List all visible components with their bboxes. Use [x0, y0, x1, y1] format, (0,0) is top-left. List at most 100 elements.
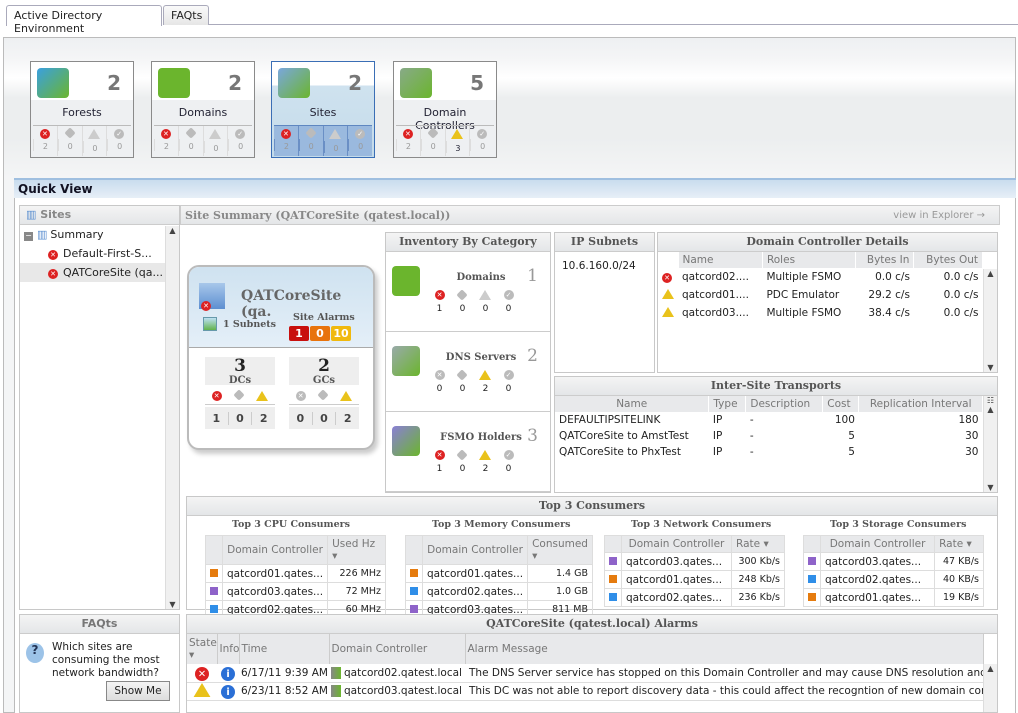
status-count: 0 [348, 139, 372, 151]
consumer-row[interactable]: qatcord03.qates... 72 MHz [205, 582, 386, 601]
column-header[interactable]: Replication Interval [858, 396, 983, 412]
column-header[interactable]: Time [239, 634, 330, 664]
ip-subnet-item[interactable]: 10.6.160.0/24 [555, 252, 654, 280]
collapse-icon[interactable]: − [24, 232, 33, 241]
tile-sites[interactable]: 2 Sites ✕ 2 0 0 ✓ 0 [271, 61, 375, 158]
critical-alarm-badge[interactable]: 1 [289, 326, 309, 341]
consumer-row[interactable]: qatcord02.qates... 40 KB/s [803, 570, 984, 589]
column-header[interactable]: State ▾ [187, 634, 218, 664]
dc-details-scrollbar[interactable]: ▲ ▼ [983, 269, 997, 372]
status-cell[interactable]: ✓ 0 [227, 126, 252, 156]
tile-count: 2 [107, 71, 121, 95]
inventory-row-fsmo-holders[interactable]: FSMO Holders 3 ✕ ✓ 1 0 2 0 [386, 412, 550, 492]
tree-item[interactable]: ✕ Default-First-S... [20, 244, 166, 263]
transport-row[interactable]: QATCoreSite to PhxTest IP - 5 30 [555, 444, 983, 460]
column-header[interactable]: Name [555, 396, 710, 412]
consumer-row[interactable]: qatcord01.qates... 19 KB/s [803, 588, 984, 607]
consumer-value: 236 Kb/s [731, 588, 785, 607]
sort-column-header[interactable]: Rate ▾ [934, 535, 984, 553]
inter-site-transports-panel: Inter-Site Transports Name Type Descriptio… [554, 376, 998, 493]
consumer-row[interactable]: qatcord02.qates... 1.0 GB [405, 582, 593, 601]
series-color-swatch [410, 568, 418, 577]
status-cell[interactable]: ✕ 2 [154, 126, 178, 156]
alarm-row[interactable]: ✕ i 6/17/11 9:39 AM qatcord02.qatest.local T… [187, 664, 983, 682]
tree-item[interactable]: − ▥ Summary [20, 225, 166, 244]
status-cell[interactable]: ✓ 0 [469, 126, 494, 156]
sites-scrollbar[interactable]: ▲ ▼ [165, 226, 179, 609]
series-color-swatch [609, 592, 617, 601]
dcs-summary[interactable]: 3 DCs ✕ 1 0 2 [205, 357, 275, 429]
consumer-row[interactable]: qatcord03.qates... 47 KB/s [803, 552, 984, 571]
column-header[interactable]: Domain Controller [329, 634, 466, 664]
status-cell[interactable]: 0 [202, 126, 228, 156]
status-count: 1 [212, 411, 221, 425]
tree-item[interactable]: ✕ QATCoreSite (qa... [20, 263, 166, 282]
transports-column-headers: Name Type Description Cost Replication Inter… [555, 396, 983, 412]
status-cell[interactable]: 0 [322, 126, 348, 156]
status-cell[interactable]: 0 [81, 126, 107, 156]
dc-row[interactable]: qatcord03.... Multiple FSMO 38.4 c/s 0.0 c/… [658, 304, 983, 322]
column-header[interactable]: Name [678, 252, 763, 268]
status-cell[interactable]: 0 [297, 126, 323, 156]
transports-scrollbar[interactable]: ☷ ▲ ▼ [983, 396, 997, 492]
tile-forests[interactable]: 2 Forests ✕ 2 0 0 ✓ 0 [30, 61, 134, 158]
sort-column-header[interactable]: Used Hz ▾ [327, 535, 386, 565]
site-card[interactable]: ✕ QATCoreSite (qa. 1 Subnets Site Alarms… [187, 265, 375, 450]
status-cell[interactable]: ✓ 0 [106, 126, 131, 156]
status-count: 0 [436, 384, 443, 394]
consumer-row[interactable]: qatcord03.qates... 300 Kb/s [604, 552, 785, 571]
status-cell[interactable]: ✕ 2 [396, 126, 420, 156]
column-header[interactable]: Domain Controller [421, 535, 529, 565]
consumer-row[interactable]: qatcord01.qates... 226 MHz [205, 564, 386, 583]
column-header[interactable]: Domain Controller [620, 535, 733, 553]
view-in-explorer-link[interactable]: view in Explorer → [893, 210, 985, 221]
warning-icon [662, 288, 674, 299]
column-header[interactable]: Domain Controller [819, 535, 936, 553]
transport-cell: 5 [848, 430, 855, 442]
transport-row[interactable]: QATCoreSite to AmstTest IP - 5 30 [555, 428, 983, 444]
alarm-row[interactable]: i 6/23/11 8:52 AM qatcord03.qatest.local Th… [187, 682, 983, 700]
consumer-row[interactable]: qatcord01.qates... 1.4 GB [405, 564, 593, 583]
faq-question[interactable]: Which sites are consuming the most netwo… [52, 641, 180, 680]
column-header[interactable]: Roles [762, 252, 857, 268]
sort-column-header[interactable]: Consumed ▾ [527, 535, 593, 565]
status-cell[interactable]: 0 [419, 126, 445, 156]
inventory-label: FSMO Holders [440, 432, 522, 443]
column-header[interactable]: Domain Controller [221, 535, 329, 565]
column-header[interactable]: Type [708, 396, 747, 412]
column-header[interactable]: Cost [822, 396, 860, 412]
tab-divider [209, 24, 1018, 25]
tile-domain-controllers[interactable]: 5 Domain Controllers ✕ 2 0 3 ✓ 0 [393, 61, 497, 158]
error-alarm-badge[interactable]: 0 [310, 326, 330, 341]
column-header[interactable]: Bytes In [855, 252, 915, 268]
status-cell[interactable]: ✕ 2 [33, 126, 57, 156]
tab-faqts[interactable]: FAQts [163, 5, 209, 25]
warning-alarm-badge[interactable]: 10 [331, 326, 351, 341]
consumer-row[interactable]: qatcord02.qates... 236 Kb/s [604, 588, 785, 607]
column-header[interactable]: Description [745, 396, 824, 412]
column-header[interactable]: Bytes Out [913, 252, 983, 268]
dc-row[interactable]: qatcord01.... PDC Emulator 29.2 c/s 0.0 c/s [658, 286, 983, 304]
dc-row[interactable]: ✕ qatcord02.... Multiple FSMO 0.0 c/s 0.0 c/… [658, 268, 983, 286]
ok-icon: ✓ [355, 129, 366, 139]
consumer-row[interactable]: qatcord01.qates... 248 Kb/s [604, 570, 785, 589]
show-me-button[interactable]: Show Me [106, 681, 170, 701]
column-header[interactable]: Alarm Message [465, 634, 984, 664]
sort-column-header[interactable]: Rate ▾ [731, 535, 785, 553]
tile-count: 2 [228, 71, 242, 95]
status-cell[interactable]: 0 [177, 126, 203, 156]
status-cell[interactable]: ✓ 0 [347, 126, 372, 156]
column-header[interactable]: Info [217, 634, 240, 664]
tab-active-directory-environment[interactable]: Active Directory Environment [6, 5, 162, 35]
status-cell[interactable]: 3 [444, 126, 470, 156]
inventory-row-dns-servers[interactable]: DNS Servers 2 ✕ ✓ 0 0 2 0 [386, 332, 550, 412]
transport-row[interactable]: DEFAULTIPSITELINK IP - 100 180 [555, 412, 983, 428]
tile-domains[interactable]: 2 Domains ✕ 2 0 0 ✓ 0 [151, 61, 255, 158]
gcs-summary[interactable]: 2 GCs ✕ 0 0 2 [289, 357, 359, 429]
status-cell[interactable]: ✕ 2 [274, 126, 298, 156]
inventory-row-domains[interactable]: Domains 1 ✕ ✓ 1 0 0 0 [386, 252, 550, 332]
status-cell[interactable]: 0 [56, 126, 82, 156]
alarms-scrollbar[interactable]: ▲ [983, 664, 997, 712]
site-alarm-badges[interactable]: 1 0 10 [289, 326, 352, 341]
sites-panel: ▥ Sites − ▥ Summary ✕ Default-First-S... ✕ QAT… [19, 205, 180, 610]
